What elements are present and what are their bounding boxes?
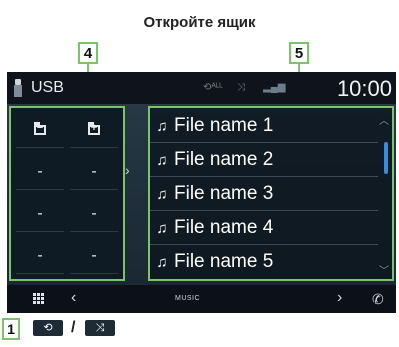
music-note-icon: ♫ xyxy=(156,117,168,135)
file-name: File name 5 xyxy=(174,251,274,272)
menu-grid-icon[interactable] xyxy=(33,293,45,305)
source-label: USB xyxy=(31,79,64,96)
bottom-bar: ‹ MUSIC › ✆ xyxy=(7,285,396,313)
folder-controls-panel: − + - - - - - - xyxy=(9,106,125,281)
preset-button[interactable]: - xyxy=(70,196,118,232)
instruction-heading: Откройте ящик xyxy=(143,14,256,31)
folder-up-icon: − xyxy=(34,121,46,135)
preset-button[interactable]: - xyxy=(16,238,64,274)
folder-down-icon: + xyxy=(88,121,100,135)
preset-button[interactable]: - xyxy=(70,238,118,274)
next-source-icon[interactable]: › xyxy=(337,289,342,307)
status-bar: USB ⟲ᴬᴸᴸ ⤨ ▂▄▆ 10:00 xyxy=(7,72,396,104)
file-list-panel: ♫ File name 1 ♫ File name 2 ♫ File name … xyxy=(148,106,394,281)
panel-toggle-arrow[interactable]: › xyxy=(125,162,130,178)
list-item[interactable]: ♫ File name 5 xyxy=(150,246,378,278)
callout-1: 1 xyxy=(2,318,20,340)
signal-icon: ▂▄▆ xyxy=(263,82,286,93)
scroll-down-icon[interactable]: ﹀ xyxy=(379,262,389,277)
shuffle-icon: ⤨ xyxy=(85,320,115,336)
preset-button[interactable]: - xyxy=(16,196,64,232)
legend-separator: / xyxy=(71,319,76,336)
repeat-icon: ⟲ xyxy=(33,320,63,336)
list-item[interactable]: ♫ File name 4 xyxy=(150,212,378,245)
usb-icon xyxy=(14,79,22,97)
callout-4: 4 xyxy=(78,42,98,64)
list-item[interactable]: ♫ File name 3 xyxy=(150,178,378,211)
music-note-icon: ♫ xyxy=(156,185,168,203)
callout-5: 5 xyxy=(289,42,309,64)
previous-source-icon[interactable]: ‹ xyxy=(71,289,76,307)
scrollbar[interactable] xyxy=(384,142,388,174)
preset-button[interactable]: - xyxy=(16,154,64,190)
clock: 10:00 xyxy=(336,76,392,101)
list-item[interactable]: ♫ File name 2 xyxy=(150,144,378,177)
preset-button[interactable]: - xyxy=(70,154,118,190)
music-note-icon: ♫ xyxy=(156,151,168,169)
file-name: File name 2 xyxy=(174,149,274,170)
repeat-all-icon: ⟲ᴬᴸᴸ xyxy=(203,82,223,93)
music-note-icon: ♫ xyxy=(156,219,168,237)
music-note-icon: ♫ xyxy=(156,253,168,271)
source-name: MUSIC xyxy=(175,295,201,302)
file-name: File name 4 xyxy=(174,217,274,238)
folder-up-button[interactable]: − xyxy=(16,112,64,148)
list-item[interactable]: ♫ File name 1 xyxy=(150,110,378,143)
scroll-up-icon[interactable]: ︿ xyxy=(379,112,389,127)
phone-icon[interactable]: ✆ xyxy=(372,291,384,308)
shuffle-icon: ⤨ xyxy=(237,82,245,93)
file-name: File name 1 xyxy=(174,115,274,136)
folder-down-button[interactable]: + xyxy=(70,112,118,148)
head-unit-screen: USB ⟲ᴬᴸᴸ ⤨ ▂▄▆ 10:00 − + - - - - - - › ♫… xyxy=(7,72,396,313)
file-name: File name 3 xyxy=(174,183,274,204)
